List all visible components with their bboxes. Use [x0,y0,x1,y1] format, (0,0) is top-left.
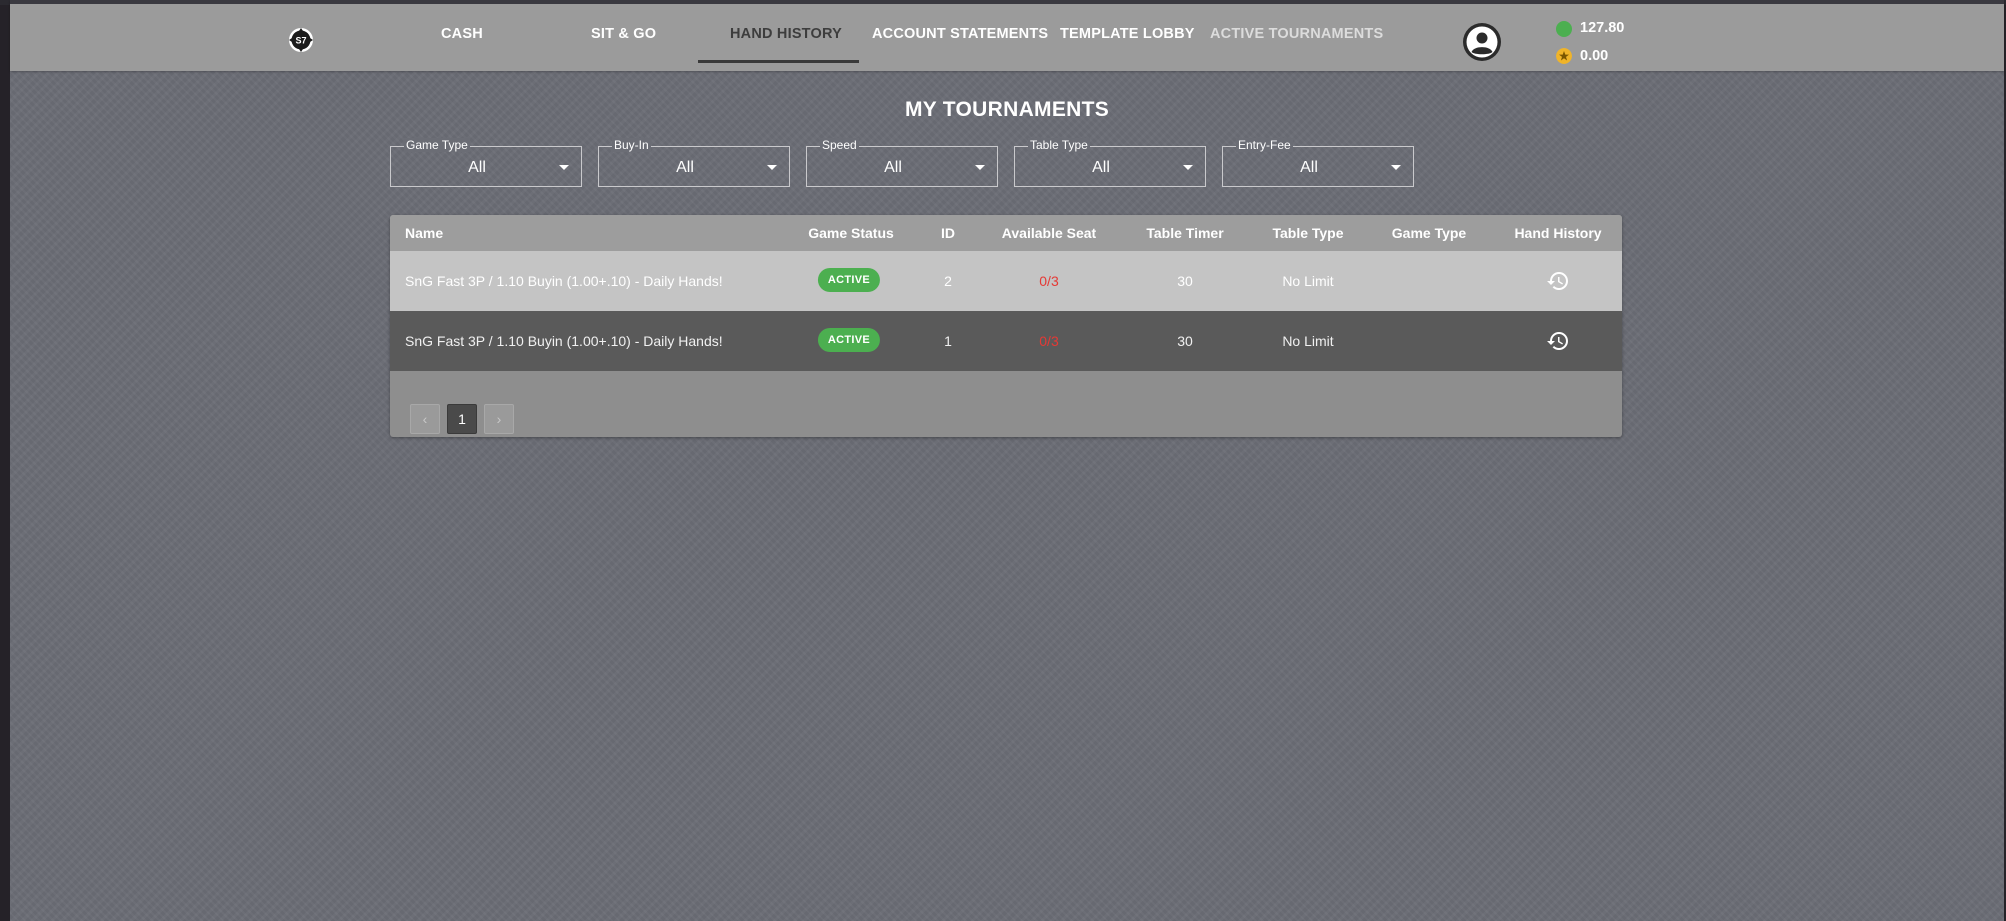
tournament-id: 2 [944,273,952,289]
filter-label: Speed [820,138,859,152]
table-type: No Limit [1282,333,1334,349]
caret-down-icon [767,165,777,170]
filter-game-type[interactable]: Game Type All [390,138,582,187]
table-row[interactable]: SnG Fast 3P / 1.10 Buyin (1.00+.10) - Da… [390,311,1622,371]
pagination-page-button[interactable]: 1 [447,404,477,434]
user-circle-icon[interactable] [1462,22,1502,62]
caret-down-icon [1183,165,1193,170]
nav-active-underline [698,60,859,63]
column-header-table-type[interactable]: Table Type [1272,225,1343,241]
filter-label: Buy-In [612,138,651,152]
history-icon[interactable] [1546,269,1570,293]
filter-label: Game Type [404,138,470,152]
pagination-next-button[interactable]: › [484,404,514,434]
filter-entry-fee[interactable]: Entry-Fee All [1222,138,1414,187]
filter-label: Table Type [1028,138,1090,152]
nav-sit-and-go[interactable]: SIT & GO [591,26,656,42]
column-header-game-status[interactable]: Game Status [808,225,894,241]
column-header-available-seat[interactable]: Available Seat [1002,225,1096,241]
page-title: MY TOURNAMENTS [904,98,1110,121]
column-header-id[interactable]: ID [941,225,955,241]
caret-down-icon [1391,165,1401,170]
star-coin-icon [1556,48,1572,64]
nav-hand-history[interactable]: HAND HISTORY [730,26,842,42]
filter-value: All [1092,159,1110,176]
column-header-name[interactable]: Name [405,225,443,241]
tournament-name: SnG Fast 3P / 1.10 Buyin (1.00+.10) - Da… [405,273,723,289]
filter-label: Entry-Fee [1236,138,1293,152]
column-header-table-timer[interactable]: Table Timer [1146,225,1223,241]
table-row[interactable]: SnG Fast 3P / 1.10 Buyin (1.00+.10) - Da… [390,251,1622,311]
nav-account-statements[interactable]: ACCOUNT STATEMENTS [872,26,1048,42]
available-seats: 0/3 [1039,273,1059,289]
green-coin-icon [1556,21,1572,37]
nav-template-lobby[interactable]: TEMPLATE LOBBY [1060,26,1195,42]
filter-value: All [468,159,486,176]
poker-chip-logo-icon[interactable]: S7 [288,27,314,53]
nav-cash[interactable]: CASH [441,26,483,42]
tournament-name: SnG Fast 3P / 1.10 Buyin (1.00+.10) - Da… [405,333,723,349]
filter-value: All [676,159,694,176]
status-badge: ACTIVE [817,268,881,292]
nav-active-tournaments[interactable]: ACTIVE TOURNAMENTS [1210,26,1383,42]
filter-value: All [884,159,902,176]
available-seats: 0/3 [1039,333,1059,349]
history-icon[interactable] [1546,329,1570,353]
caret-down-icon [975,165,985,170]
tournaments-table: Name Game Status ID Available Seat Table… [390,215,1622,437]
tournament-id: 1 [944,333,952,349]
svg-text:S7: S7 [295,36,306,46]
top-nav-bar: S7 CASH SIT & GO HAND HISTORY ACCOUNT ST… [10,0,2004,71]
filter-table-type[interactable]: Table Type All [1014,138,1206,187]
pagination: ‹ 1 › [390,371,1622,437]
status-badge: ACTIVE [817,328,881,352]
pagination-prev-button[interactable]: ‹ [410,404,440,434]
table-timer: 30 [1177,333,1193,349]
filter-buy-in[interactable]: Buy-In All [598,138,790,187]
column-header-hand-history[interactable]: Hand History [1514,225,1601,241]
caret-down-icon [559,165,569,170]
app-window: S7 CASH SIT & GO HAND HISTORY ACCOUNT ST… [10,0,2004,921]
table-header: Name Game Status ID Available Seat Table… [390,215,1622,251]
cash-balance: 127.80 [1580,20,1625,36]
filter-speed[interactable]: Speed All [806,138,998,187]
points-balance: 0.00 [1580,48,1609,64]
filter-value: All [1300,159,1318,176]
column-header-game-type[interactable]: Game Type [1392,225,1466,241]
table-type: No Limit [1282,273,1334,289]
table-timer: 30 [1177,273,1193,289]
